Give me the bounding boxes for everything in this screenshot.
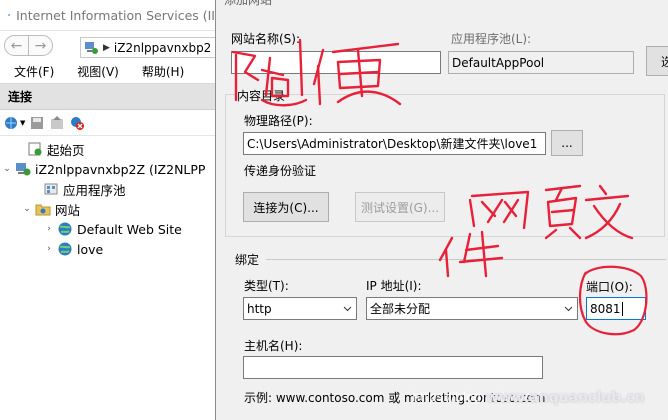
forward-button[interactable]: → xyxy=(28,35,53,56)
tree-item-server[interactable]: ⌄ iZ2nlppavnxbp2Z (IZ2NLPP xyxy=(0,159,215,179)
iis-app-icon xyxy=(8,14,10,16)
hostname-input[interactable] xyxy=(243,356,543,379)
address-breadcrumb[interactable]: ▶ iZ2nlppavnxbp2 xyxy=(80,37,215,58)
chevron-right-icon: ▶ xyxy=(103,42,110,53)
tree-label: 起始页 xyxy=(47,142,85,158)
connect-globe-icon[interactable] xyxy=(4,115,20,131)
tree-label: iZ2nlppavnxbp2Z (IZ2NLPP xyxy=(35,161,206,177)
tree-label: 应用程序池 xyxy=(63,182,126,198)
sites-folder-icon xyxy=(35,204,51,216)
connections-toolbar: ▼ xyxy=(0,110,215,136)
ip-label: IP 地址(I): xyxy=(366,279,422,293)
window-title: Internet Information Services (II xyxy=(16,7,215,23)
type-label: 类型(T): xyxy=(244,279,289,293)
pass-through-label: 传递身份验证 xyxy=(244,164,317,178)
tree-item-love[interactable]: › love xyxy=(0,239,215,259)
disconnect-icon[interactable] xyxy=(69,115,85,131)
site-name-label: 网站名称(S): xyxy=(231,32,301,46)
binding-label: 绑定 xyxy=(235,253,260,267)
globe-icon xyxy=(58,242,72,256)
connections-header: 连接 xyxy=(0,84,215,110)
physical-path-label: 物理路径(P): xyxy=(244,114,313,128)
menu-file[interactable]: 文件(F) xyxy=(14,63,54,80)
chevron-down-icon[interactable]: ⌄ xyxy=(2,164,12,174)
site-name-input[interactable] xyxy=(231,51,441,74)
menu-help[interactable]: 帮助(H) xyxy=(142,63,184,80)
server-icon xyxy=(85,41,98,54)
ip-select-value: 全部未分配 xyxy=(370,302,431,316)
chevron-down-icon xyxy=(343,306,352,312)
arrow-left-icon: ← xyxy=(10,37,23,54)
tree-item-sites[interactable]: ⌄ 网站 xyxy=(0,199,215,219)
binding-divider xyxy=(266,259,666,260)
chevron-down-icon xyxy=(564,306,573,312)
test-settings-button[interactable]: 测试设置(G)... xyxy=(355,192,445,222)
chevron-right-icon[interactable]: › xyxy=(44,244,54,254)
title-bar: Internet Information Services (II xyxy=(0,0,215,31)
tree-label: love xyxy=(77,241,104,257)
select-app-pool-button[interactable]: 选 xyxy=(646,46,668,76)
start-page-icon xyxy=(28,142,42,156)
tree-item-app-pools[interactable]: 应用程序池 xyxy=(0,179,215,199)
type-select[interactable]: http xyxy=(243,297,357,320)
server-icon xyxy=(16,163,31,176)
dialog-title: 添加网站 xyxy=(224,0,273,7)
tree-item-start-page[interactable]: 起始页 xyxy=(0,139,215,159)
text-caret xyxy=(621,301,623,316)
hostname-label: 主机名(H): xyxy=(244,339,303,353)
iis-manager-window: Internet Information Services (II ← → ▶ … xyxy=(0,0,215,420)
connections-tree: 起始页 ⌄ iZ2nlppavnxbp2Z (IZ2NLPP 应用程序池 ⌄ 网… xyxy=(0,136,215,259)
watermark: www.anquanclub.cn xyxy=(486,390,645,406)
tree-item-default-site[interactable]: › Default Web Site xyxy=(0,219,215,239)
add-website-dialog: 添加网站 网站名称(S): 应用程序池(L): DefaultAppPool 选… xyxy=(215,0,668,420)
connect-as-button[interactable]: 连接为(C)... xyxy=(243,192,329,222)
browse-button[interactable]: ... xyxy=(551,130,583,156)
back-button[interactable]: ← xyxy=(4,35,29,56)
up-level-icon[interactable] xyxy=(49,115,65,131)
port-label: 端口(O): xyxy=(586,280,633,294)
menu-view[interactable]: 视图(V) xyxy=(77,63,119,80)
dropdown-arrow-icon[interactable]: ▼ xyxy=(20,119,25,127)
tree-label: 网站 xyxy=(55,202,81,218)
breadcrumb-server[interactable]: iZ2nlppavnxbp2 xyxy=(114,41,211,55)
physical-path-input[interactable]: C:\Users\Administrator\Desktop\新建文件夹\lov… xyxy=(243,132,546,155)
app-pool-label: 应用程序池(L): xyxy=(451,32,532,46)
port-value: 8081 xyxy=(590,301,621,316)
arrow-right-icon: → xyxy=(34,37,47,54)
chevron-right-icon[interactable]: › xyxy=(44,224,54,234)
globe-icon xyxy=(58,222,72,236)
content-dir-label: 内容目录 xyxy=(235,87,288,104)
app-pool-icon xyxy=(44,183,58,195)
port-input[interactable]: 8081 xyxy=(586,297,646,320)
save-icon[interactable] xyxy=(29,115,45,131)
tree-label: Default Web Site xyxy=(77,221,182,237)
chevron-down-icon[interactable]: ⌄ xyxy=(22,204,32,214)
address-bar: ← → ▶ iZ2nlppavnxbp2 xyxy=(0,31,215,60)
ip-select[interactable]: 全部未分配 xyxy=(366,297,578,320)
menu-bar: 文件(F) 视图(V) 帮助(H) xyxy=(0,60,215,84)
app-pool-field: DefaultAppPool xyxy=(448,51,634,74)
type-select-value: http xyxy=(247,301,272,316)
